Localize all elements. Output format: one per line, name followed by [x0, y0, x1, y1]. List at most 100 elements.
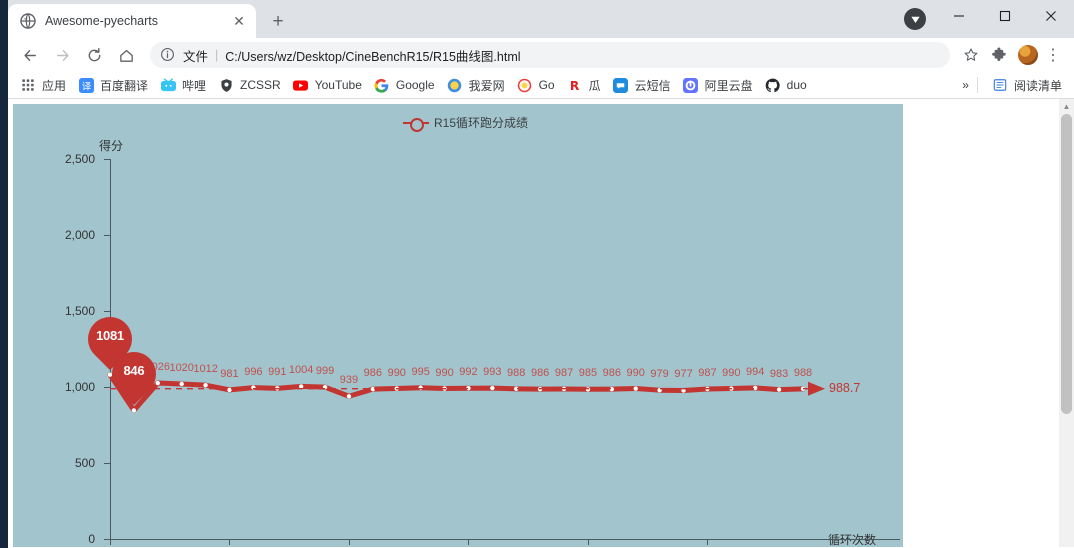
data-label: 990 — [722, 366, 741, 379]
average-markline-label: 988.7 — [829, 380, 861, 395]
home-button[interactable] — [112, 41, 140, 69]
bookmark-label: Google — [395, 78, 435, 92]
minimize-button[interactable] — [936, 0, 982, 32]
bookmark-gua[interactable]: R 瓜 — [561, 74, 607, 96]
bookmark-label: 哔哩 — [182, 78, 207, 93]
data-label: 996 — [244, 365, 263, 378]
window-close-button[interactable] — [1028, 0, 1074, 32]
bookmark-label: YouTube — [314, 78, 362, 92]
bookmark-zcssr[interactable]: ZCSSR — [212, 74, 287, 96]
data-label: 981 — [220, 367, 239, 380]
browser-window: Awesome-pyecharts ✕ + 文件 | C:/Users/wz/D… — [8, 0, 1074, 548]
new-tab-button[interactable]: + — [264, 8, 292, 36]
data-label: 987 — [554, 366, 574, 379]
reload-button[interactable] — [80, 41, 108, 69]
data-label: 991 — [268, 366, 287, 379]
y-axis-tick-mark — [104, 235, 110, 236]
bookmark-label: 百度翻译 — [100, 78, 149, 93]
data-label: 939 — [339, 374, 359, 387]
data-label: 979 — [650, 368, 669, 381]
download-badge-icon[interactable] — [904, 8, 926, 30]
bookmark-label: 阿里云盘 — [704, 78, 753, 93]
url-scheme-label: 文件 — [183, 49, 209, 64]
gua-icon: R — [567, 77, 583, 93]
close-icon[interactable]: ✕ — [230, 12, 248, 30]
tab-title: Awesome-pyecharts — [45, 14, 159, 28]
data-label: 990 — [626, 366, 645, 379]
address-bar[interactable]: 文件 | C:/Users/wz/Desktop/CineBenchR15/R1… — [150, 42, 950, 68]
data-label: 990 — [387, 366, 406, 379]
markpoint-min[interactable]: 846 — [102, 343, 166, 408]
y-axis-tick-mark — [104, 387, 110, 388]
bookmark-label: Go — [538, 78, 555, 92]
page-scrollbar[interactable]: ▲ — [1059, 99, 1074, 547]
reading-list-icon — [992, 77, 1008, 93]
y-axis-tick-mark — [104, 463, 110, 464]
data-label: 1004 — [288, 364, 314, 377]
bookmarks-overflow[interactable]: » — [962, 78, 969, 92]
bookmark-youtube[interactable]: YouTube — [287, 74, 368, 96]
github-icon — [765, 77, 781, 93]
y-axis-tick-mark — [104, 539, 110, 540]
bookmark-google[interactable]: Google — [368, 74, 441, 96]
data-label: 992 — [459, 366, 478, 379]
youtube-icon — [293, 77, 309, 93]
aliyunpan-icon — [683, 77, 699, 93]
reading-list-button[interactable]: 阅读清单 — [986, 74, 1068, 96]
forward-button[interactable] — [48, 41, 76, 69]
scrollbar-thumb[interactable] — [1061, 114, 1072, 414]
bookmark-baidu-translate[interactable]: 译 百度翻译 — [72, 74, 154, 96]
y-axis-tick-mark — [104, 159, 110, 160]
page-info-icon[interactable] — [160, 47, 176, 63]
translate-icon: 译 — [78, 77, 94, 93]
bookmark-woaiwang[interactable]: 我爱网 — [441, 74, 511, 96]
chart-plot-area — [107, 372, 825, 413]
bookmark-apps[interactable]: 应用 — [14, 74, 72, 96]
browser-menu-icon[interactable]: ⋮ — [1040, 42, 1066, 68]
bookmark-bilibili[interactable]: 哔哩 — [154, 74, 212, 96]
go-icon — [517, 77, 533, 93]
scroll-up-arrow-icon[interactable]: ▲ — [1059, 99, 1074, 114]
screen: Awesome-pyecharts ✕ + 文件 | C:/Users/wz/D… — [0, 0, 1074, 548]
data-label: 1020 — [169, 361, 194, 374]
data-label: 986 — [602, 367, 621, 380]
bookmark-label: ZCSSR — [240, 78, 281, 92]
apps-grid-icon — [20, 77, 36, 93]
data-label: 986 — [530, 367, 550, 380]
svg-text:译: 译 — [81, 81, 91, 92]
data-label: 977 — [674, 368, 693, 381]
maximize-button[interactable] — [982, 0, 1028, 32]
back-button[interactable] — [16, 41, 44, 69]
extensions-icon[interactable] — [986, 42, 1012, 68]
y-axis-tick-mark — [104, 311, 110, 312]
data-label: 987 — [698, 366, 717, 379]
bookmark-go[interactable]: Go — [511, 74, 561, 96]
bookmark-duo[interactable]: duo — [759, 74, 813, 96]
data-label: 990 — [435, 366, 454, 379]
url-text: C:/Users/wz/Desktop/CineBenchR15/R15曲线图.… — [225, 49, 521, 64]
data-label: 993 — [483, 366, 502, 379]
markpoint-label: 846 — [123, 363, 145, 379]
line-chart[interactable]: R15循环跑分成绩 得分 循环次数 0 500 1,000 1,500 2,000 2,5… — [13, 104, 903, 547]
bookmark-label: 瓜 — [588, 78, 601, 93]
data-label: 983 — [769, 367, 789, 380]
bookmark-aliyunpan[interactable]: 阿里云盘 — [677, 74, 759, 96]
tab-strip: Awesome-pyecharts ✕ + — [8, 0, 1074, 38]
svg-text:R: R — [570, 79, 580, 93]
bookmark-star-icon[interactable] — [958, 42, 984, 68]
data-label: 994 — [746, 365, 765, 378]
data-label: 985 — [578, 367, 598, 380]
data-label: 986 — [363, 367, 383, 380]
page-viewport: R15循环跑分成绩 得分 循环次数 0 500 1,000 1,500 2,000 2,5… — [8, 99, 1074, 547]
browser-tab[interactable]: Awesome-pyecharts ✕ — [8, 4, 256, 38]
bilibili-icon — [160, 77, 176, 93]
reading-list-label: 阅读清单 — [1013, 78, 1062, 93]
bookmark-label: 云短信 — [634, 78, 671, 93]
data-label: 1012 — [193, 363, 218, 376]
profile-avatar[interactable] — [1018, 45, 1038, 65]
data-label: 999 — [315, 365, 335, 378]
bookmark-yunduanxin[interactable]: 云短信 — [607, 74, 677, 96]
bookmarks-overflow-label: » — [962, 78, 969, 92]
url-separator: | — [215, 48, 219, 62]
data-label: 995 — [411, 365, 430, 378]
